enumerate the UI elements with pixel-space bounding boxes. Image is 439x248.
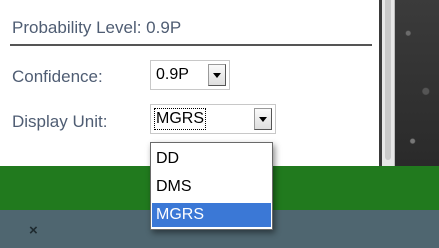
panel-divider	[10, 44, 372, 46]
option-dd[interactable]: DD	[152, 147, 271, 171]
option-mgrs[interactable]: MGRS	[152, 203, 271, 227]
display-unit-label: Display Unit:	[12, 112, 108, 131]
display-unit-options-list: DD DMS MGRS	[150, 142, 273, 230]
close-icon[interactable]: ×	[29, 222, 38, 239]
display-unit-select[interactable]: MGRS	[150, 104, 276, 134]
scrollbar[interactable]	[382, 0, 395, 166]
background-image	[395, 0, 439, 166]
display-unit-select-value: MGRS	[154, 108, 206, 130]
confidence-select-value: 0.9P	[156, 66, 189, 83]
probability-level-label: Probability Level: 0.9P	[12, 18, 182, 37]
option-dms[interactable]: DMS	[152, 175, 271, 199]
confidence-label: Confidence:	[12, 67, 103, 86]
right-side-strip	[382, 0, 439, 166]
confidence-select[interactable]: 0.9P	[150, 60, 230, 90]
display-unit-dropdown-button[interactable]	[254, 108, 272, 130]
confidence-dropdown-button[interactable]	[208, 64, 226, 86]
